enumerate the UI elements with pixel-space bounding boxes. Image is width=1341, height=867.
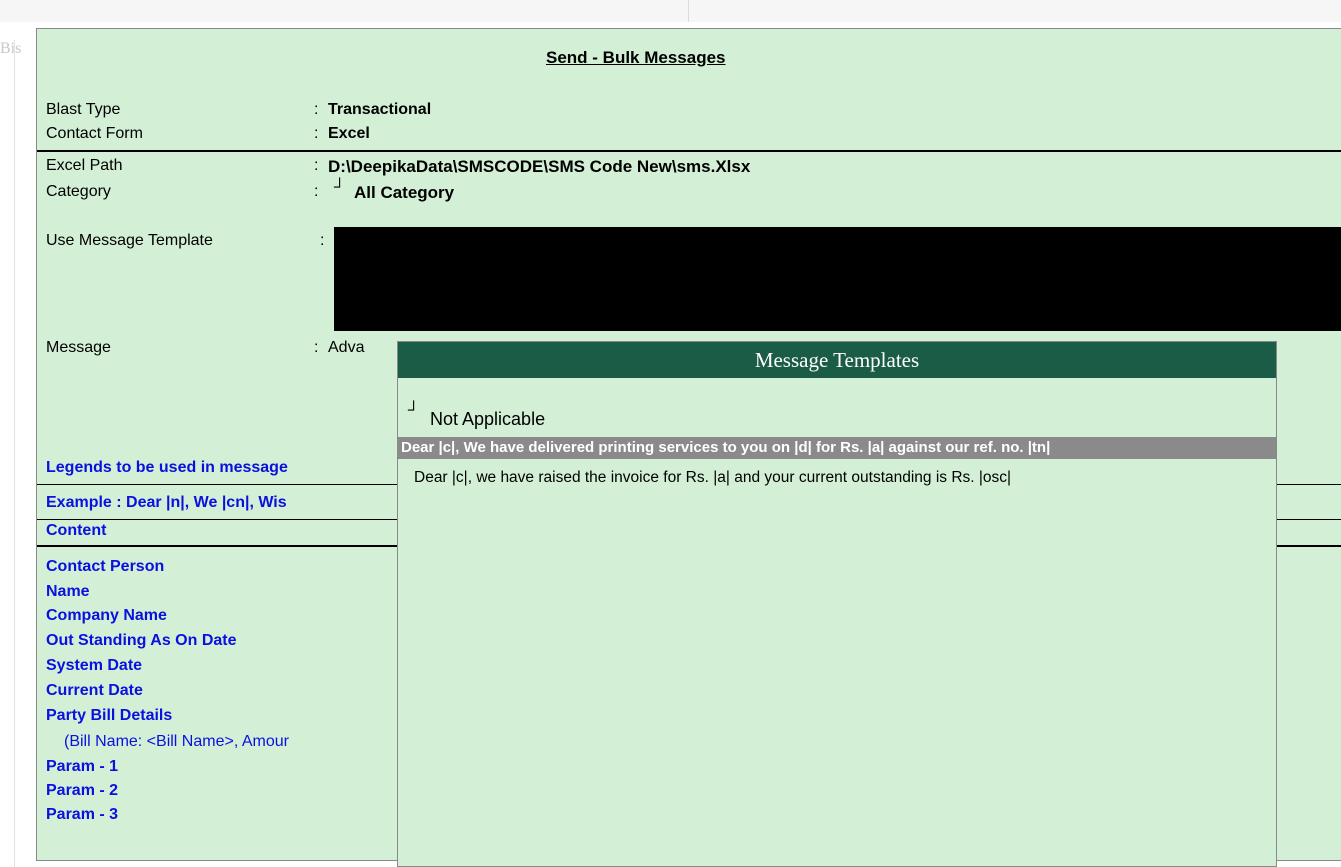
background-window-bar (0, 0, 1341, 22)
background-window-text: Bis (0, 40, 22, 57)
content-item-company-name: Company Name (46, 607, 167, 624)
content-item-name: Name (46, 583, 90, 600)
content-item-outstanding: Out Standing As On Date (46, 632, 237, 649)
example-text: Example : Dear |n|, We |cn|, Wis (46, 494, 287, 511)
excel-path-value[interactable]: D:\DeepikaData\SMSCODE\SMS Code New\sms.… (328, 157, 750, 177)
not-applicable-marker-icon: ┘ (408, 402, 420, 419)
excel-path-colon: : (314, 157, 319, 174)
popup-title: Message Templates (398, 342, 1276, 378)
use-message-template-field[interactable] (334, 227, 1341, 331)
background-window-separator (688, 0, 689, 22)
category-marker-icon: ┘ (334, 179, 346, 196)
content-item-system-date: System Date (46, 657, 143, 674)
contact-form-label: Contact Form (46, 125, 143, 142)
blast-type-label: Blast Type (46, 101, 121, 118)
content-item-current-date: Current Date (46, 682, 143, 699)
content-heading: Content (46, 522, 107, 539)
background-window-edge (14, 40, 15, 867)
blast-type-value[interactable]: Transactional (328, 101, 431, 119)
message-label: Message (46, 339, 111, 356)
message-templates-popup: Message Templates ┘ Not Applicable Dear … (397, 341, 1277, 867)
use-message-template-label: Use Message Template (46, 232, 213, 249)
category-colon: : (314, 183, 319, 200)
param-3: Param - 3 (46, 806, 119, 823)
content-item-party-bill-details: Party Bill Details (46, 707, 173, 724)
contact-form-value[interactable]: Excel (328, 125, 370, 143)
legends-heading: Legends to be used in message (46, 459, 288, 476)
param-1: Param - 1 (46, 758, 119, 775)
page-title: Send - Bulk Messages (546, 48, 726, 67)
template-option-2[interactable]: Dear |c|, we have raised the invoice for… (414, 469, 1011, 487)
option-not-applicable[interactable]: Not Applicable (430, 409, 545, 430)
excel-path-label: Excel Path (46, 157, 123, 174)
template-option-selected[interactable]: Dear |c|, We have delivered printing ser… (398, 437, 1276, 459)
category-label: Category (46, 183, 111, 200)
param-2: Param - 2 (46, 782, 119, 799)
content-item-contact-person: Contact Person (46, 558, 165, 575)
section-divider (37, 150, 1341, 152)
message-colon: : (314, 339, 319, 356)
contact-form-colon: : (314, 125, 319, 142)
blast-type-colon: : (314, 101, 319, 118)
template-option-1-text: Dear |c|, We have delivered printing ser… (401, 439, 1051, 456)
message-value[interactable]: Adva (328, 339, 364, 357)
use-message-template-colon: : (320, 232, 325, 249)
category-value[interactable]: All Category (354, 183, 454, 203)
bill-details-note: (Bill Name: <Bill Name>, Amour (64, 733, 289, 750)
